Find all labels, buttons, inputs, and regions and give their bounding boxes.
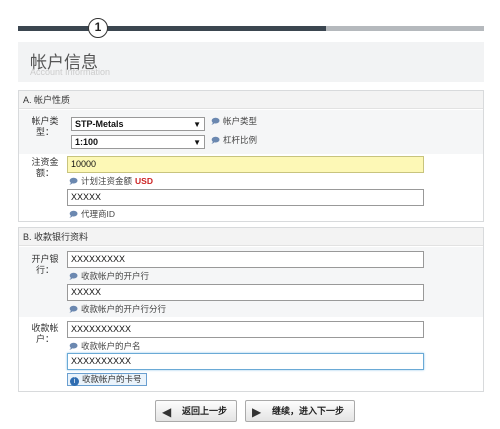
account-type-row: 帐户类 型： STP-Metals ▼ 🗩 帐户类型 1:100 ▼ 🗩 杠杆比例 xyxy=(19,110,483,154)
dropdown-arrow-icon: ▼ xyxy=(193,120,201,129)
deposit-input[interactable]: 10000 xyxy=(67,156,424,173)
hint-text: 收款帐户的户名 xyxy=(81,341,141,351)
tip-text: 收款帐户的卡号 xyxy=(82,374,142,384)
branch-input[interactable]: XXXXX xyxy=(67,284,424,301)
bank-hint: 🗩 收款帐户的开户行 xyxy=(69,271,149,282)
account-label: 收款帐 户： xyxy=(23,323,67,345)
account-name-hint: 🗩 收款帐户的户名 xyxy=(69,341,141,352)
hint-text: 代理商ID xyxy=(81,209,116,219)
label-line: 额： xyxy=(35,168,54,178)
back-label: 返回上一步 xyxy=(182,406,228,416)
back-button[interactable]: ◀ 返回上一步 xyxy=(155,400,237,422)
account-type-label: 帐户类 型： xyxy=(23,116,67,138)
comment-icon: 🗩 xyxy=(69,210,78,219)
label-line: 注资金 xyxy=(31,157,59,167)
label-line: 开户银 xyxy=(31,254,59,264)
comment-icon: 🗩 xyxy=(69,272,78,281)
comment-icon: 🗩 xyxy=(211,136,220,145)
comment-icon: 🗩 xyxy=(69,342,78,351)
bank-info-section: B. 收款银行资料 开户银 行： XXXXXXXXX 🗩 收款帐户的开户行 XXX… xyxy=(18,227,484,392)
account-type-select[interactable]: STP-Metals ▼ xyxy=(71,117,205,131)
account-nature-section: A. 帐户性质 帐户类 型： STP-Metals ▼ 🗩 帐户类型 1:100 … xyxy=(18,90,484,222)
currency-label: USD xyxy=(135,176,153,186)
leverage-select[interactable]: 1:100 ▼ xyxy=(71,135,205,149)
agent-id-input[interactable]: XXXXX xyxy=(67,189,424,206)
section-title: A. 帐户性质 xyxy=(19,91,483,109)
label-line: 行： xyxy=(35,265,54,275)
comment-icon: 🗩 xyxy=(211,117,220,126)
deposit-hint: 🗩 计划注资金额 USD xyxy=(69,176,153,187)
step-indicator: 1 xyxy=(88,18,108,38)
leverage-hint: 🗩 杠杆比例 xyxy=(211,135,257,146)
page-subtitle: Account Information xyxy=(30,67,111,77)
progress-remaining xyxy=(326,26,484,31)
leverage-value: 1:100 xyxy=(75,137,99,147)
label-line: 型： xyxy=(35,127,54,137)
page-header: 帐户信息 Account Information xyxy=(18,42,484,82)
account-type-value: STP-Metals xyxy=(75,119,124,129)
arrow-right-icon: ▶ xyxy=(252,404,262,419)
comment-icon: 🗩 xyxy=(69,305,78,314)
agent-id-hint: 🗩 代理商ID xyxy=(69,209,115,220)
label-line: 收款帐 xyxy=(31,323,59,333)
label-line: 帐户类 xyxy=(31,116,59,126)
arrow-left-icon: ◀ xyxy=(162,404,172,419)
hint-text: 收款帐户的开户行 xyxy=(81,271,150,281)
progress-completed xyxy=(18,26,326,31)
account-name-input[interactable]: XXXXXXXXXX xyxy=(67,321,424,338)
bank-label: 开户银 行： xyxy=(23,254,67,276)
branch-hint: 🗩 收款帐户的开户行分行 xyxy=(69,304,166,315)
next-label: 继续，进入下一步 xyxy=(272,406,345,416)
info-icon: i xyxy=(70,377,79,386)
bank-row: 开户银 行： XXXXXXXXX 🗩 收款帐户的开户行 XXXXX 🗩 收款帐户的开… xyxy=(19,247,483,317)
label-line: 户： xyxy=(35,334,54,344)
progress-bar: 1 xyxy=(18,18,484,38)
hint-text: 帐户类型 xyxy=(223,116,258,126)
card-number-input[interactable]: XXXXXXXXXX xyxy=(67,353,424,370)
account-type-hint: 🗩 帐户类型 xyxy=(211,116,257,127)
deposit-row: 注资金 额： 10000 🗩 计划注资金额 USD XXXXX 🗩 代理商ID xyxy=(19,155,483,221)
bank-input[interactable]: XXXXXXXXX xyxy=(67,251,424,268)
deposit-label: 注资金 额： xyxy=(23,157,67,179)
card-number-tip: i 收款帐户的卡号 xyxy=(67,373,147,386)
account-row: 收款帐 户： XXXXXXXXXX 🗩 收款帐户的户名 XXXXXXXXXX i收… xyxy=(19,318,483,391)
section-title: B. 收款银行资料 xyxy=(19,228,483,246)
comment-icon: 🗩 xyxy=(69,177,78,186)
hint-text: 计划注资金额 xyxy=(81,176,133,186)
hint-text: 杠杆比例 xyxy=(223,135,258,145)
dropdown-arrow-icon: ▼ xyxy=(193,138,201,147)
hint-text: 收款帐户的开户行分行 xyxy=(81,304,167,314)
next-button[interactable]: ▶ 继续，进入下一步 xyxy=(245,400,355,422)
